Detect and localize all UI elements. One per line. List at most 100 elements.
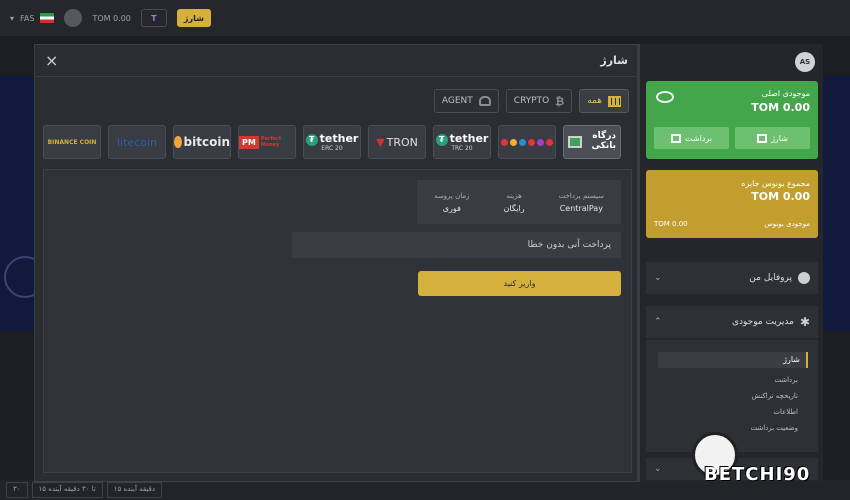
deposit-modal: × شارژ AGENT CRYPTO ₿ همه BINANCE COIN l… [34,44,639,482]
charge-button[interactable]: شارژ [735,127,810,149]
currency-badge[interactable]: T [140,9,167,27]
main-wallet-card: موجودی اصلی TOM 0.00 شارژ برداشت [646,81,818,159]
network-label: ERC 20 [321,144,343,152]
bank-gateway-label: درگاه بانکی [591,131,616,151]
info-label: هزینه [506,191,522,200]
bonus-wallet-card: مجموع بونوس جایزه TOM 0.00 موجودی بونوس … [646,170,818,238]
logo-dot [519,138,526,146]
tether-icon: ₮ [435,133,448,146]
withdraw-icon [671,133,682,143]
language-selector[interactable]: ▾ FAS [10,13,55,23]
logo-dot [546,138,553,146]
modal-header: × شارژ [35,45,638,77]
pm-text: Perfect Money [260,136,282,148]
tab-label: CRYPTO [513,96,550,106]
gear-icon: ✱ [799,315,810,329]
info-fee: هزینه رایگان [504,192,525,213]
logo-dot [528,138,535,146]
bitcoin-icon: ₿ [555,94,565,108]
agent-icon [478,96,491,106]
pm-logo: PM [239,135,259,149]
tether-logo: tether [319,131,359,145]
status-message: پرداخت آنی بدون خطا [292,232,621,258]
charge-label: شارژ [771,133,788,143]
top-balance: TOM 0.00 [92,13,131,23]
main-wallet-value: TOM 0.00 [751,101,810,114]
wallet-management-heading: ✱ مدیریت موجودی [732,315,810,329]
wallet-icon [757,133,768,143]
info-label: زمان پروسه [434,191,470,200]
close-icon[interactable]: × [45,51,58,70]
method-bank-gateway[interactable]: درگاه بانکی [563,125,621,159]
tab-agent[interactable]: AGENT [433,89,499,113]
submenu-info[interactable]: اطلاعات [773,408,798,416]
method-perfect-money[interactable]: PM Perfect Money [238,125,296,159]
info-value: فوری [442,203,461,213]
strip-item[interactable]: ۱۵ تا ۳۰ دقیقه آینده [31,482,103,498]
method-details-panel: سیستم پرداخت CentralPay هزینه رایگان زما… [43,169,632,473]
method-binance[interactable]: BINANCE COIN [43,125,101,159]
info-system: سیستم پرداخت CentralPay [559,192,604,213]
bonus-value: TOM 0.00 [751,190,810,203]
tether-icon: ₮ [305,133,318,146]
filter-tabs: AGENT CRYPTO ₿ همه [433,89,629,113]
grid-icon [608,95,621,107]
method-bitcoin[interactable]: bitcoin [173,125,231,159]
site-topbar: ▾ FAS TOM 0.00 T شارژ [0,0,850,36]
tron-logo: TRON [386,135,418,149]
account-sidebar: AS موجودی اصلی TOM 0.00 شارژ برداشت مجمو… [637,44,823,482]
method-tether-trc20[interactable]: ₮ tether TRC 20 [433,125,491,159]
logo-dot [510,138,517,146]
tab-crypto[interactable]: CRYPTO ₿ [505,89,573,113]
strip-item[interactable]: ۳۰ [6,482,28,498]
bonus-label: مجموع بونوس جایزه [741,179,810,188]
bonus-sub-value: TOM 0.00 [654,220,688,228]
litecoin-logo: litecoin [117,135,157,149]
chevron-down-icon: ⌄ [654,464,662,474]
main-wallet-label: موجودی اصلی [761,89,810,98]
payment-info: سیستم پرداخت CentralPay هزینه رایگان زما… [417,180,621,224]
strip-item[interactable]: ۱۵ دقیقه آینده [106,482,162,498]
eye-icon[interactable] [656,91,674,103]
method-litecoin[interactable]: litecoin [108,125,166,159]
brand-watermark: BETCHI90 [688,430,838,490]
chevron-down-icon: ▾ [10,13,15,23]
user-avatar[interactable] [64,9,83,27]
method-shetab[interactable] [498,125,556,159]
binance-logo: BINANCE COIN [47,138,97,146]
watermark-text: BETCHI90 [704,464,811,485]
submenu-transactions[interactable]: تاریخچه تراکنش [751,392,798,400]
info-value: CentralPay [559,203,603,213]
top-charge-button[interactable]: شارژ [176,9,211,27]
info-value: رایگان [503,203,525,213]
wallet-management-menu[interactable]: ✱ مدیریت موجودی ⌃ [646,306,818,338]
tether-logo: tether [449,131,489,145]
background-banner-left [0,76,46,331]
iran-flag-icon [40,13,55,23]
deposit-button[interactable]: واریز کنید [418,271,621,296]
submenu-charge[interactable]: شارژ [658,352,808,368]
network-label: TRC 20 [451,144,473,152]
profile-label: پروفایل من [749,273,792,283]
info-label: سیستم پرداخت [558,191,604,200]
bitcoin-logo: bitcoin [183,135,230,149]
payment-methods: BINANCE COIN litecoin bitcoin PM Perfect … [43,125,621,159]
info-time: زمان پروسه فوری [434,192,469,213]
submenu-withdraw[interactable]: برداشت [774,376,798,384]
bonus-sub-label: موجودی بونوس [764,220,810,228]
user-avatar[interactable]: AS [795,52,815,72]
tab-all[interactable]: همه [579,89,629,113]
chevron-up-icon: ⌃ [654,317,662,327]
withdraw-label: برداشت [685,133,712,143]
logo-dot [501,138,508,146]
bank-gateway-icon [568,136,582,148]
withdraw-button[interactable]: برداشت [654,127,729,149]
wallet-management-label: مدیریت موجودی [731,317,794,327]
tab-label: همه [587,96,602,106]
user-icon [798,272,810,284]
method-tron[interactable]: ▼ TRON [368,125,426,159]
method-tether-erc20[interactable]: ₮ tether ERC 20 [303,125,361,159]
profile-menu[interactable]: پروفایل من ⌄ [646,262,818,294]
tron-icon: ▼ [376,135,385,149]
logo-dot [537,138,544,146]
